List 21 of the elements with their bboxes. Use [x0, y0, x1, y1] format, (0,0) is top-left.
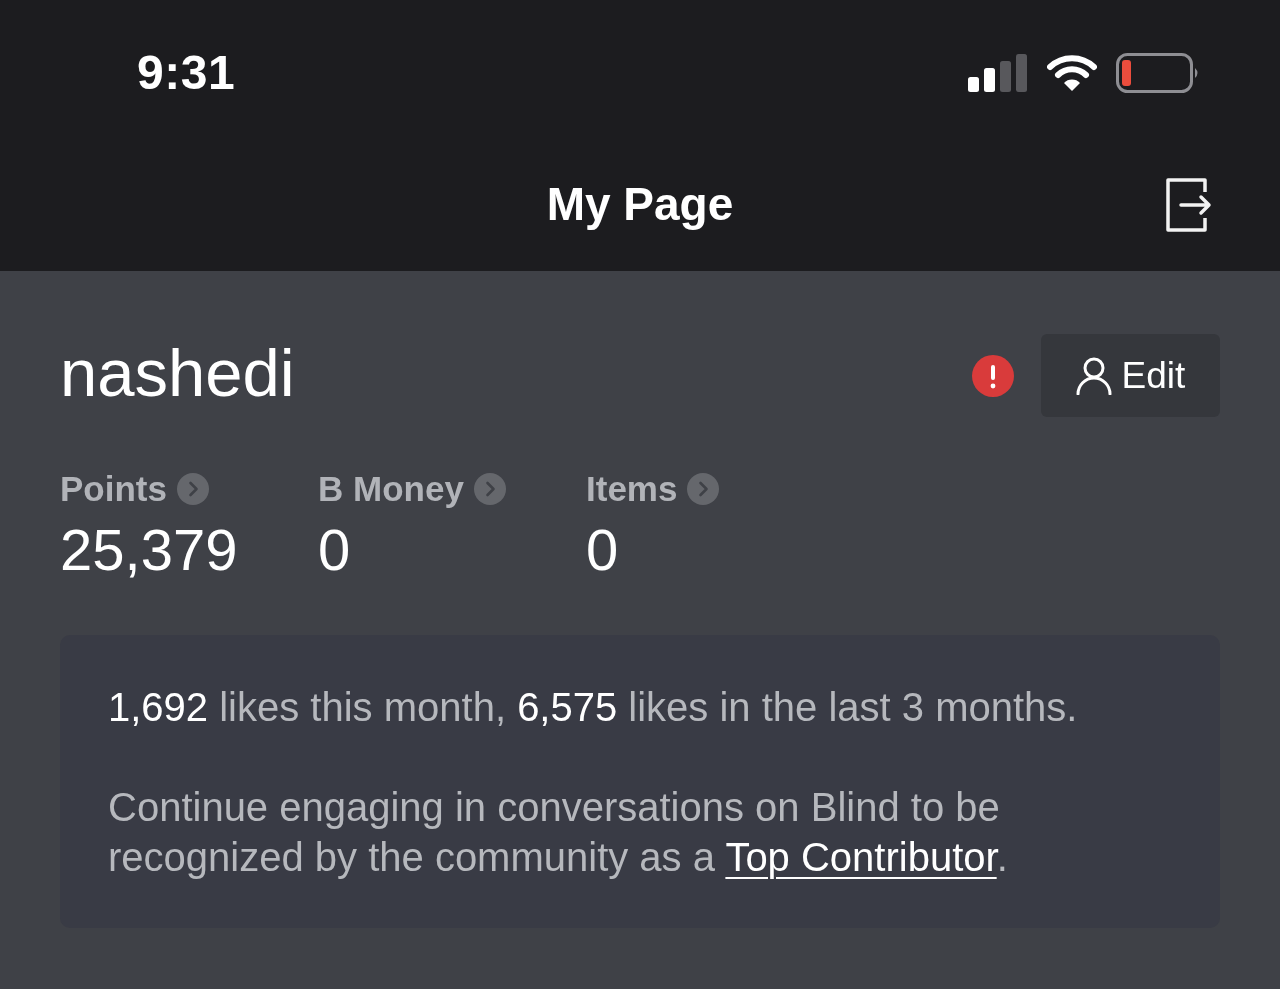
logout-icon[interactable]	[1165, 177, 1213, 233]
stat-value: 25,379	[60, 516, 239, 584]
chevron-right-icon[interactable]	[176, 473, 209, 505]
stat-value: 0	[586, 516, 620, 584]
stat-value: 0	[318, 516, 352, 584]
likes-summary-text: 1,692 likes this month, 6,575 likes in the last 3 months.	[108, 684, 1079, 731]
stat-label: Items	[586, 468, 678, 510]
page-title: My Page	[546, 177, 734, 231]
chevron-right-icon[interactable]	[473, 473, 506, 505]
chevron-right-icon[interactable]	[687, 473, 720, 505]
username: nashedi	[60, 339, 295, 406]
signal-icon	[968, 53, 1028, 92]
wifi-icon	[1047, 53, 1097, 92]
person-icon	[1075, 356, 1112, 395]
edit-button[interactable]: Edit	[1041, 334, 1220, 417]
stat-label: Points	[60, 468, 167, 510]
battery-icon	[1116, 52, 1200, 93]
status-time: 9:31	[137, 45, 236, 100]
stat-label: B Money	[318, 468, 464, 510]
encouragement-text: Continue engaging in conversations on Blind to be recognized by the community as a Top Contributor.	[108, 784, 1009, 881]
top-contributor-link[interactable]: Top Contributor	[725, 835, 997, 879]
